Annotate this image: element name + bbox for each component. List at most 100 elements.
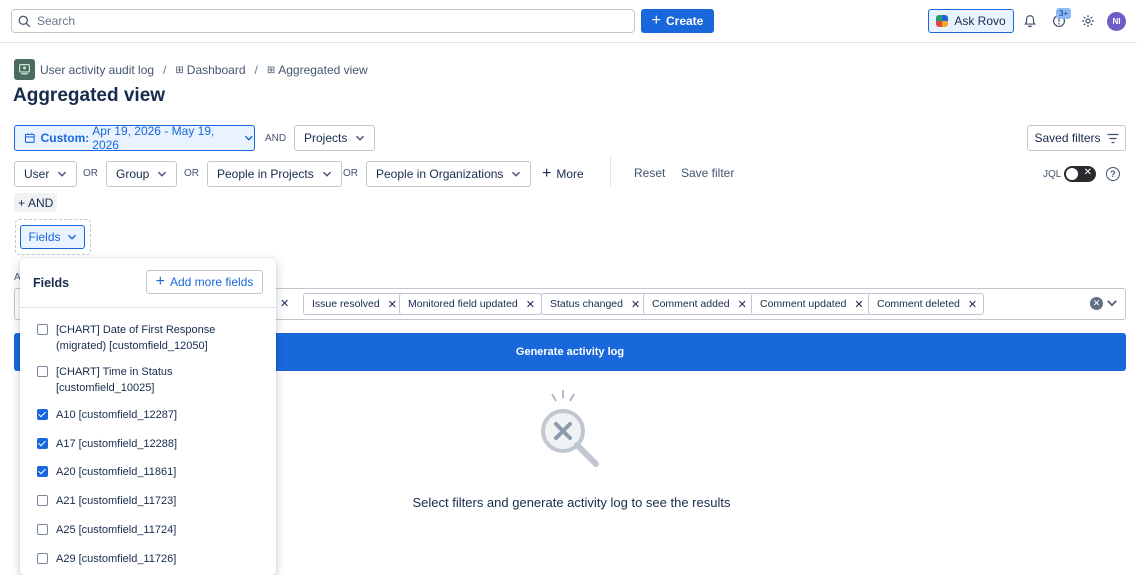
page-title: Aggregated view <box>13 85 166 106</box>
saved-filters-label: Saved filters <box>1034 131 1101 145</box>
search-input[interactable]: Search <box>11 9 635 33</box>
jql-toggle[interactable]: ✕ <box>1064 166 1096 182</box>
create-button[interactable]: + Create <box>641 9 714 33</box>
chevron-down-icon <box>322 171 331 177</box>
chevron-down-icon <box>245 135 254 141</box>
search-icon <box>18 15 31 27</box>
field-checkbox[interactable] <box>37 553 48 564</box>
field-option-label: A29 [customfield_11726] <box>56 553 177 565</box>
field-checkbox[interactable] <box>37 495 48 506</box>
calendar-icon <box>24 133 35 143</box>
activity-tag: Issue resolved ✕ <box>303 293 404 315</box>
tag-remove-icon[interactable]: ✕ <box>854 298 863 311</box>
group-filter[interactable]: Group <box>106 161 178 187</box>
create-label: Create <box>665 14 704 28</box>
activity-tag-label: Comment updated <box>760 298 847 310</box>
field-option[interactable]: A21 [customfield_11723] <box>37 493 267 509</box>
field-option[interactable]: A25 [customfield_11724] <box>37 522 267 538</box>
field-option-label: [CHART] Time in Status [customfield_1002… <box>56 366 173 394</box>
activity-tag: Status changed ✕ <box>541 293 648 315</box>
dashboard-icon: ⊞ <box>175 64 184 76</box>
activity-tag-label: Comment deleted <box>877 298 960 310</box>
save-filter-button[interactable]: Save filter <box>681 166 734 180</box>
divider <box>20 307 276 308</box>
table-icon: ⊞ <box>266 64 276 76</box>
chevron-down-icon[interactable] <box>1106 297 1118 309</box>
activity-tag-label: Status changed <box>550 298 623 310</box>
help-icon[interactable]: ? <box>1106 167 1120 181</box>
field-checkbox[interactable] <box>37 409 48 420</box>
clear-all-icon[interactable]: ✕ <box>1090 297 1103 310</box>
search-placeholder: Search <box>37 14 76 28</box>
field-checkbox[interactable] <box>37 524 48 535</box>
gear-icon[interactable] <box>1080 13 1096 29</box>
field-checkbox[interactable] <box>37 324 48 335</box>
people-in-projects-label: People in Projects <box>217 167 314 181</box>
field-option[interactable]: A17 [customfield_12288] <box>37 436 267 452</box>
plus-icon: + <box>542 165 552 182</box>
no-results-magnifier-icon <box>541 390 599 467</box>
field-option[interactable]: [CHART] Date of First Response (migrated… <box>37 322 267 354</box>
more-filters-button[interactable]: + More <box>542 166 584 182</box>
reset-button[interactable]: Reset <box>634 166 665 180</box>
or-operator-label: OR <box>83 168 98 179</box>
add-more-fields-button[interactable]: + Add more fields <box>146 270 263 294</box>
field-option-label: A17 [customfield_12288] <box>56 438 178 450</box>
activity-tag-label: Monitored field updated <box>408 298 518 310</box>
tag-remove-icon[interactable]: ✕ <box>968 298 977 311</box>
or-operator-label: OR <box>184 168 199 179</box>
group-filter-label: Group <box>116 167 150 181</box>
field-option[interactable]: [CHART] Time in Status [customfield_1002… <box>37 364 267 396</box>
tag-remove-icon[interactable]: ✕ <box>388 298 397 311</box>
or-operator-label: OR <box>343 168 358 179</box>
breadcrumb-item-aggregated-view[interactable]: Aggregated view <box>278 63 367 77</box>
field-checkbox[interactable] <box>37 366 48 377</box>
tag-remove-icon[interactable]: ✕ <box>738 298 747 311</box>
breadcrumb-item-app[interactable]: User activity audit log <box>40 63 154 77</box>
fields-button-label: Fields <box>28 230 61 244</box>
field-option-label: A21 [customfield_11723] <box>56 495 177 507</box>
add-and-label: AND <box>28 195 54 210</box>
activity-tag-label: Issue resolved <box>312 298 380 310</box>
ask-rovo-button[interactable]: Ask Rovo <box>928 9 1014 33</box>
avatar[interactable]: NI <box>1107 12 1126 31</box>
people-in-projects-filter[interactable]: People in Projects <box>207 161 342 187</box>
filter-lines-icon <box>1107 133 1119 143</box>
people-in-organizations-label: People in Organizations <box>376 167 504 181</box>
activity-tag: Monitored field updated ✕ <box>399 293 542 315</box>
tag-remove-icon[interactable]: ✕ <box>280 297 289 310</box>
bell-icon[interactable] <box>1022 13 1038 29</box>
ask-rovo-label: Ask Rovo <box>954 14 1006 28</box>
user-filter-label: User <box>24 167 50 181</box>
fields-panel-title: Fields <box>33 276 70 290</box>
app-logo-icon <box>14 59 35 80</box>
date-range-filter[interactable]: Custom: Apr 19, 2026 - May 19, 2026 <box>14 124 255 152</box>
notification-badge: 3+ <box>1056 8 1072 19</box>
tag-remove-icon[interactable]: ✕ <box>526 298 535 311</box>
user-filter[interactable]: User <box>14 161 78 187</box>
breadcrumb-item-dashboard[interactable]: Dashboard <box>187 63 246 77</box>
saved-filters-button[interactable]: Saved filters <box>1027 125 1126 151</box>
field-option[interactable]: A29 [customfield_11726] <box>37 551 267 567</box>
plus-icon: + <box>155 273 165 290</box>
field-checkbox[interactable] <box>37 438 48 449</box>
date-filter-prefix: Custom: <box>40 131 90 145</box>
tag-remove-icon[interactable]: ✕ <box>631 298 640 311</box>
field-option[interactable]: A20 [customfield_11861] <box>37 464 267 480</box>
field-checkbox[interactable] <box>37 466 48 477</box>
field-option-label: A10 [customfield_12287] <box>56 409 178 421</box>
fields-button[interactable]: Fields <box>20 225 85 249</box>
activity-tag: Comment added ✕ <box>643 293 754 315</box>
chevron-down-icon <box>356 135 365 141</box>
add-and-button[interactable]: + AND <box>14 193 58 212</box>
field-option-label: A25 [customfield_11724] <box>56 524 177 536</box>
field-option[interactable]: A10 [customfield_12287] <box>37 407 267 423</box>
fields-dropdown-panel: Fields + Add more fields [CHART] Date of… <box>20 258 276 575</box>
projects-filter[interactable]: Projects <box>294 125 376 151</box>
chevron-down-icon <box>58 171 67 177</box>
breadcrumb-separator: / <box>254 63 258 77</box>
activity-tag: Comment updated ✕ <box>751 293 871 315</box>
people-in-organizations-filter[interactable]: People in Organizations <box>366 161 532 187</box>
close-icon: ✕ <box>1083 167 1092 178</box>
projects-filter-label: Projects <box>304 131 348 145</box>
